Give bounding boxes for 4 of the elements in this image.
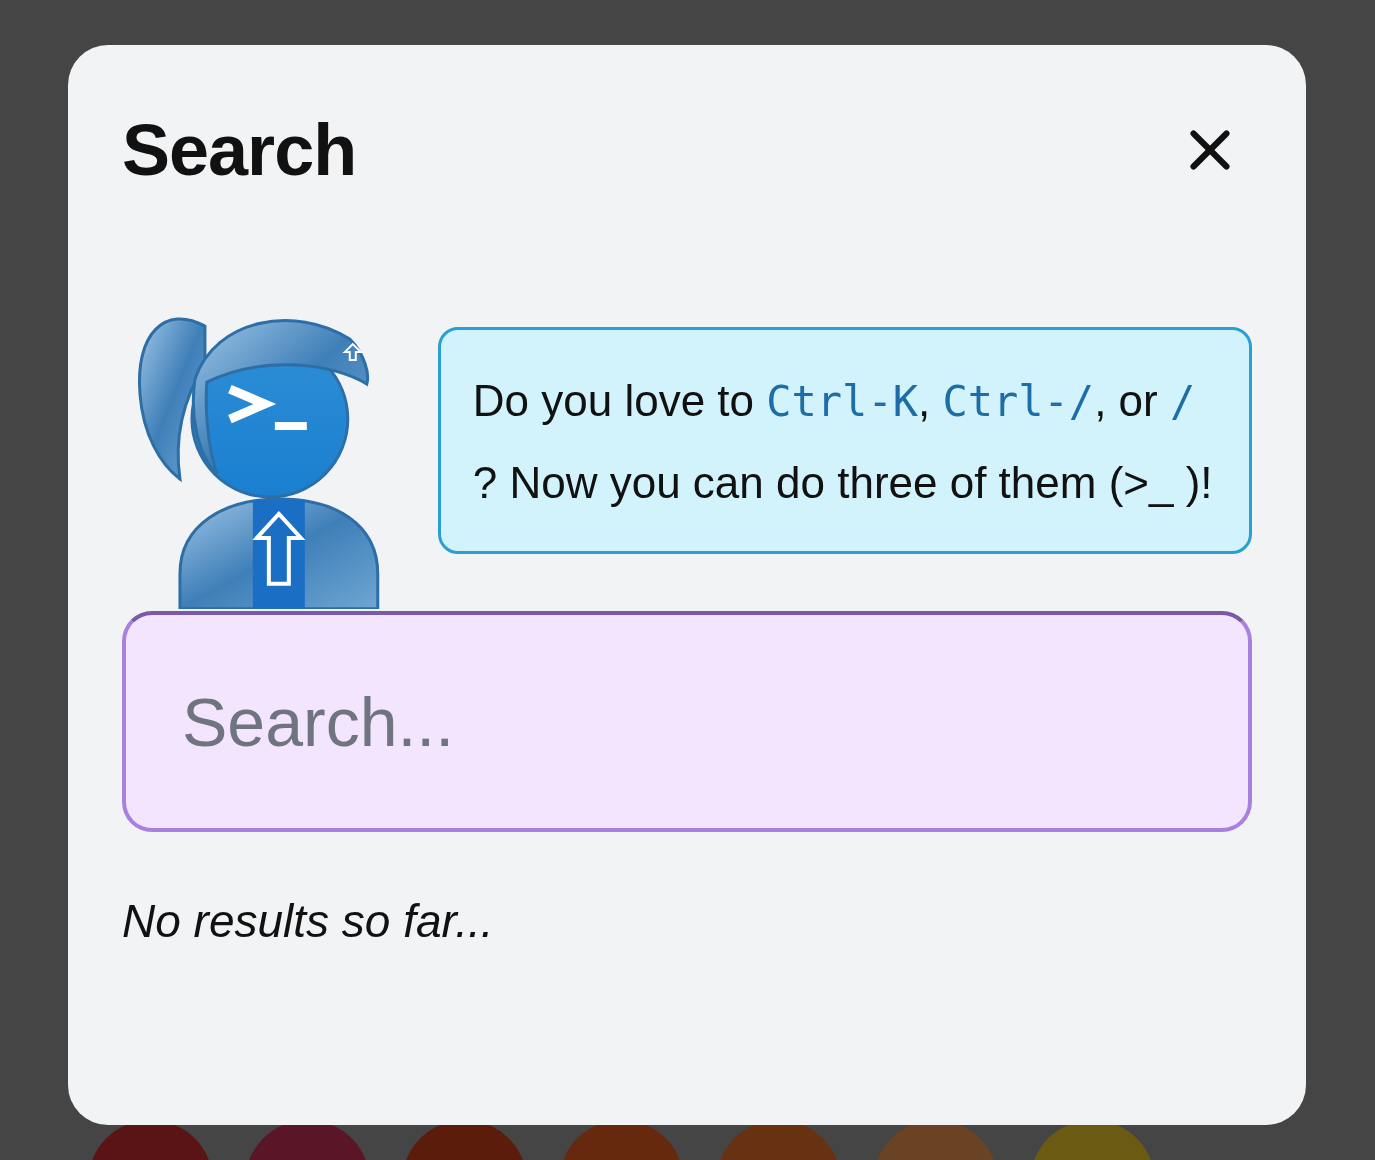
no-results-text: No results so far...	[122, 894, 495, 948]
search-field[interactable]: Search...	[122, 611, 1252, 832]
dialog-title: Search	[122, 109, 357, 192]
speech-bubble: Do you love to Ctrl-K, Ctrl-/, or / ? Now you can do three of them (>_ )!	[437, 327, 1252, 554]
